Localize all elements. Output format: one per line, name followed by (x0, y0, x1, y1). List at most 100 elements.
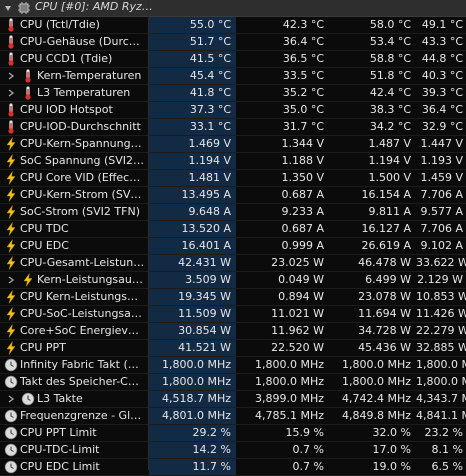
sensor-name-cell: SoC-Strom (SVI2 TFN) (0, 204, 148, 220)
expand-arrow-icon[interactable] (6, 69, 16, 83)
sensor-label: CPU Core VID (Effec… (20, 171, 141, 184)
value-min: 22.520 W (271, 341, 324, 354)
value-min: 1,800.0 MHz (254, 375, 324, 388)
expand-arrow-icon[interactable] (6, 392, 16, 406)
expand-arrow-icon[interactable] (6, 273, 16, 287)
sensor-row[interactable]: SoC-Strom (SVI2 TFN) 9.648 A 9.233 A 9.811 … (0, 204, 466, 221)
sensor-row[interactable]: Takt des Speicher-C… 1,800.0 MHz 1,800.0 M… (0, 374, 466, 391)
value-min: 0.687 A (281, 222, 324, 235)
value-max: 58.0 °C (369, 18, 411, 31)
value-min: 1.344 V (281, 137, 324, 150)
sensor-name-cell: CPU-IOD-Durchschnitt (0, 119, 148, 135)
value-current: 1,800.0 MHz (149, 374, 236, 390)
bolt-icon (4, 154, 18, 168)
sensor-group-header[interactable]: CPU [#0]: AMD Ryz… (0, 0, 466, 17)
sensor-name-cell: CPU-Gehäuse (Durc… (0, 34, 148, 50)
sensor-name-cell: L3 Temperaturen (0, 85, 148, 101)
bolt-icon (4, 256, 18, 270)
sensor-name-cell: L3 Takte (0, 391, 148, 407)
sensor-table: CPU [#0]: AMD Ryz… CPU (Tctl/Tdie) 55.0 °… (0, 0, 466, 476)
sensor-name-cell: Takt des Speicher-C… (0, 374, 148, 390)
value-min: 35.2 °C (282, 86, 324, 99)
value-max: 1.194 V (368, 154, 411, 167)
value-max: 53.4 °C (369, 35, 411, 48)
sensor-name-cell: Frequenzgrenze - Gl… (0, 408, 148, 424)
value-current: 3.509 W (149, 272, 236, 288)
sensor-row[interactable]: CPU TDC 13.520 A 0.687 A 16.127 A 7.706 A (0, 221, 466, 238)
sensor-row[interactable]: CPU PPT 41.521 W 22.520 W 45.436 W 32.885 W (0, 340, 466, 357)
bolt-icon (4, 307, 18, 321)
clock-icon (4, 426, 18, 440)
sensor-row[interactable]: CPU CCD1 (Tdie) 41.5 °C 36.5 °C 58.8 °C 44.8… (0, 51, 466, 68)
sensor-row[interactable]: CPU-SoC-Leistungsa… 11.509 W 11.021 W 11.69… (0, 306, 466, 323)
sensor-row[interactable]: Core+SoC Energiev… 30.854 W 11.962 W 34.728… (0, 323, 466, 340)
value-min: 9.233 A (281, 205, 324, 218)
sensor-label: SoC Spannung (SVI2… (20, 154, 145, 167)
value-max: 1,800.0 MHz (341, 358, 411, 371)
sensor-row[interactable]: CPU IOD Hotspot 37.3 °C 35.0 °C 38.3 °C 36.4… (0, 102, 466, 119)
sensor-name-cell: CPU PPT (0, 340, 148, 356)
sensor-label: Takt des Speicher-C… (20, 375, 139, 388)
sensor-row[interactable]: CPU-Gehäuse (Durc… 51.7 °C 36.4 °C 53.4 °C 4… (0, 34, 466, 51)
value-min: 4,785.1 MHz (254, 409, 324, 422)
sensor-label: CPU EDC (20, 239, 69, 252)
value-current: 45.4 °C (149, 68, 236, 84)
sensor-name-cell: CPU TDC (0, 221, 148, 237)
clock-icon (21, 392, 35, 406)
clock-icon (4, 460, 18, 474)
sensor-label: CPU-Kern-Spannung… (20, 137, 142, 150)
sensor-row[interactable]: L3 Takte 4,518.7 MHz 3,899.0 MHz 4,742.4 MH… (0, 391, 466, 408)
value-min: 15.9 % (285, 426, 324, 439)
sensor-row[interactable]: Kern-Temperaturen 45.4 °C 33.5 °C 51.8 °C 40… (0, 68, 466, 85)
expand-arrow-icon[interactable] (6, 86, 16, 100)
value-current: 14.2 % (149, 442, 236, 458)
sensor-name-cell: Core+SoC Energiev… (0, 323, 148, 339)
value-max: 34.2 °C (369, 120, 411, 133)
value-min: 31.7 °C (282, 120, 324, 133)
value-min: 11.021 W (271, 307, 324, 320)
sensor-row[interactable]: CPU Core VID (Effec… 1.481 V 1.350 V 1.500 … (0, 170, 466, 187)
sensor-name-cell: CPU-Kern-Strom (SV… (0, 187, 148, 203)
value-max: 1.500 V (368, 171, 411, 184)
sensor-row[interactable]: CPU-IOD-Durchschnitt 33.1 °C 31.7 °C 34.2 °… (0, 119, 466, 136)
sensor-row[interactable]: SoC Spannung (SVI2… 1.194 V 1.188 V 1.194 V… (0, 153, 466, 170)
sensor-name-cell: Kern-Temperaturen (0, 68, 148, 84)
value-min: 36.4 °C (282, 35, 324, 48)
sensor-label: Kern-Temperaturen (37, 69, 142, 82)
sensor-row[interactable]: Kern-Leistungsau… 3.509 W 0.049 W 6.499 W 2.… (0, 272, 466, 289)
sensor-row[interactable]: CPU PPT Limit 29.2 % 15.9 % 32.0 % 23.2 % (0, 425, 466, 442)
sensor-row[interactable]: CPU-Kern-Spannung… 1.469 V 1.344 V 1.487 V 1… (0, 136, 466, 153)
value-min: 11.962 W (271, 324, 324, 337)
value-min: 42.3 °C (282, 18, 324, 31)
sensor-row[interactable]: CPU Kern-Leistungs… 19.345 W 0.894 W 23.078… (0, 289, 466, 306)
sensor-row[interactable]: CPU-TDC-Limit 14.2 % 0.7 % 17.0 % 8.1 % (0, 442, 466, 459)
sensor-row[interactable]: CPU (Tctl/Tdie) 55.0 °C 42.3 °C 58.0 °C 49.1… (0, 17, 466, 34)
value-avg: 1,800.0 MHz (416, 375, 466, 388)
sensor-name-cell: CPU EDC (0, 238, 148, 254)
sensor-row[interactable]: CPU EDC Limit 11.7 % 0.7 % 19.0 % 6.5 % (0, 459, 466, 476)
value-min: 0.7 % (292, 460, 324, 473)
value-max: 45.436 W (358, 341, 411, 354)
sensor-row[interactable]: CPU-Kern-Strom (SV… 13.495 A 0.687 A 16.154… (0, 187, 466, 204)
bolt-icon (4, 205, 18, 219)
value-max: 46.478 W (358, 256, 411, 269)
value-current: 9.648 A (149, 204, 236, 220)
sensor-row[interactable]: CPU EDC 16.401 A 0.999 A 26.619 A 9.102 A (0, 238, 466, 255)
value-current: 4,801.0 MHz (149, 408, 236, 424)
sensor-label: Infinity Fabric Takt (… (20, 358, 139, 371)
bolt-icon (4, 222, 18, 236)
sensor-row[interactable]: Frequenzgrenze - Gl… 4,801.0 MHz 4,785.1 M… (0, 408, 466, 425)
sensor-row[interactable]: L3 Temperaturen 41.8 °C 35.2 °C 42.4 °C 39.3… (0, 85, 466, 102)
sensor-label: Frequenzgrenze - Gl… (20, 409, 142, 422)
value-min: 1,800.0 MHz (254, 358, 324, 371)
value-max: 6.499 W (365, 273, 411, 286)
value-min: 35.0 °C (282, 103, 324, 116)
bolt-icon (4, 324, 18, 338)
collapse-arrow-icon[interactable] (3, 1, 13, 15)
value-current: 51.7 °C (149, 34, 236, 50)
sensor-row[interactable]: Infinity Fabric Takt (… 1,800.0 MHz 1,800.… (0, 357, 466, 374)
sensor-row[interactable]: CPU-Gesamt-Leistun… 42.431 W 23.025 W 46.47… (0, 255, 466, 272)
clock-icon (4, 358, 18, 372)
value-current: 41.8 °C (149, 85, 236, 101)
sensor-name-cell: SoC Spannung (SVI2… (0, 153, 148, 169)
